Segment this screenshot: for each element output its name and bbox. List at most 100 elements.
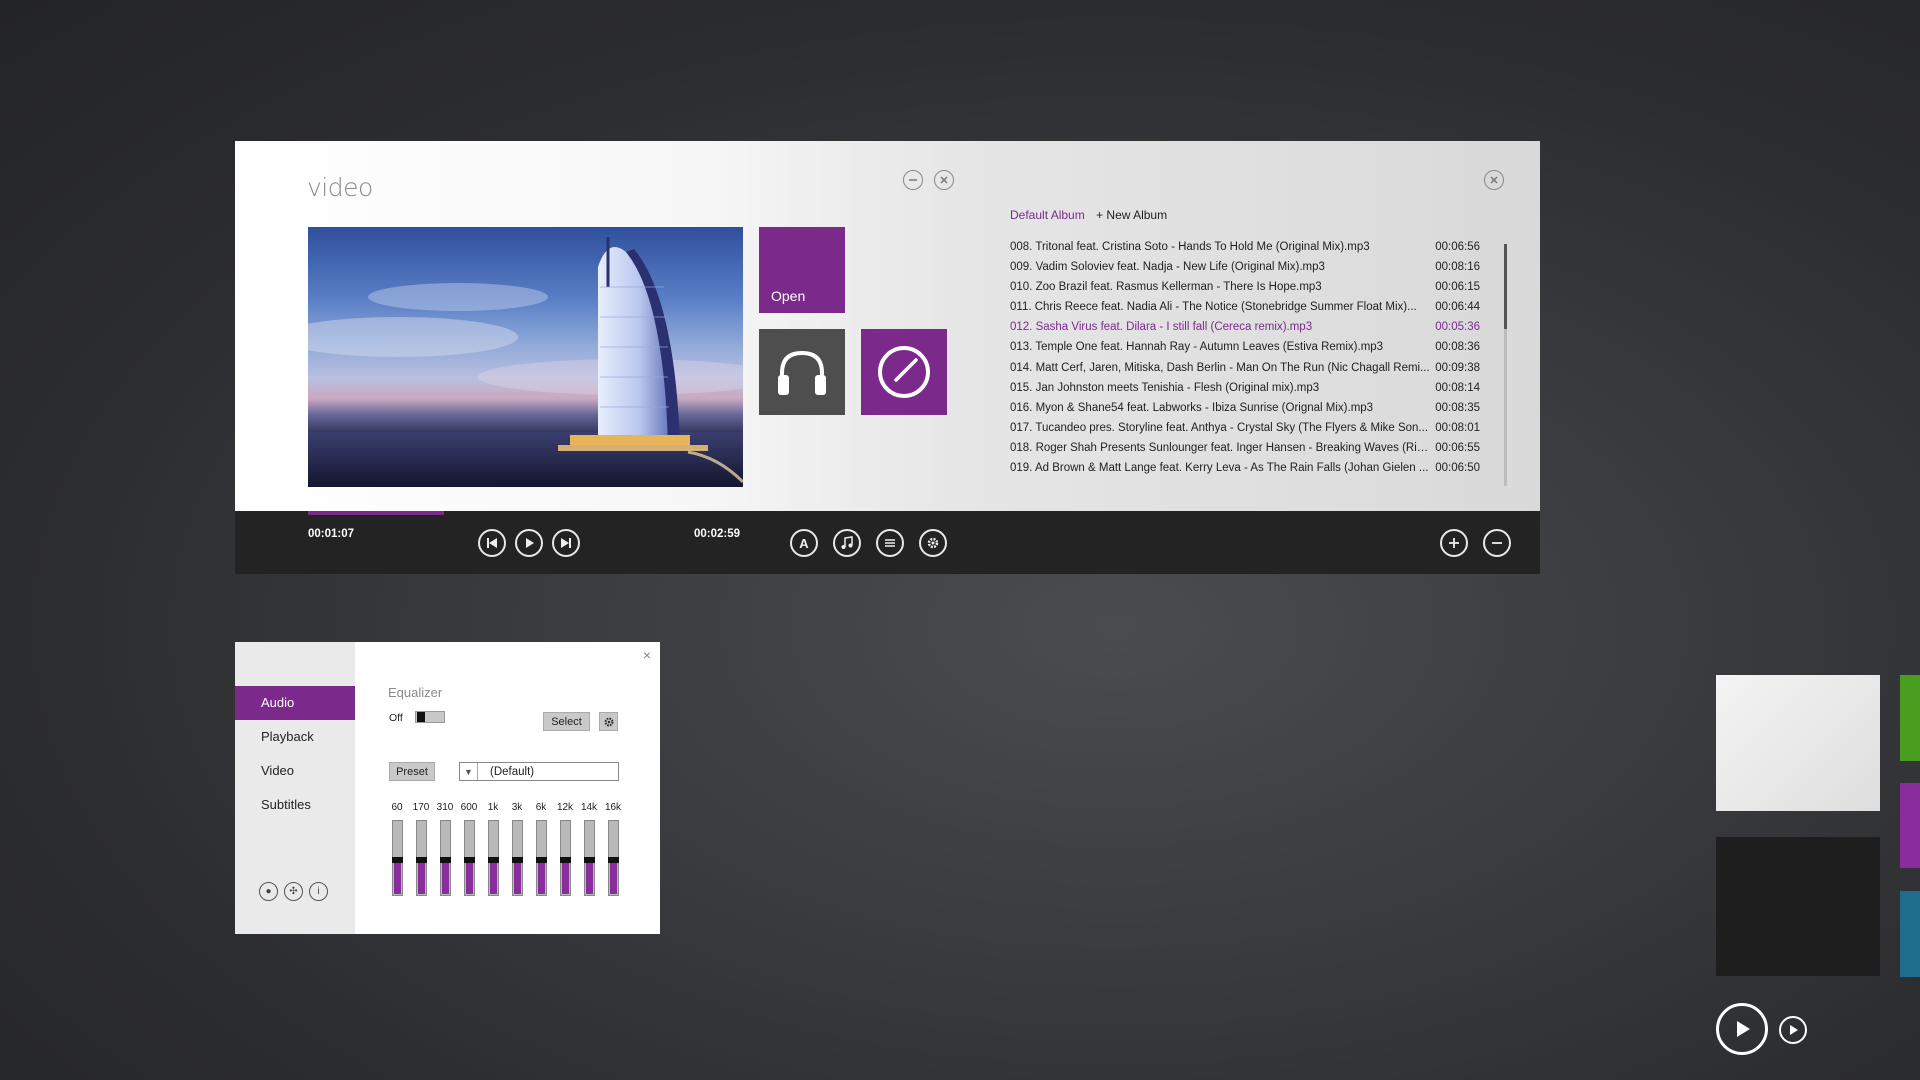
eq-slider[interactable] — [607, 820, 619, 896]
playlist-row[interactable]: 015. Jan Johnston meets Tenishia - Flesh… — [1010, 382, 1490, 402]
eq-band-label: 1k — [487, 802, 499, 813]
next-button[interactable] — [552, 529, 580, 557]
audio-track-button[interactable]: A — [790, 529, 818, 557]
accent-strip-teal[interactable] — [1900, 891, 1920, 977]
track-title: 018. Roger Shah Presents Sunlounger feat… — [1010, 441, 1432, 454]
eq-slider-fill — [489, 863, 497, 894]
preset-button[interactable]: Preset — [389, 762, 435, 781]
clock-tile[interactable] — [861, 329, 947, 415]
music-note-icon — [841, 536, 853, 549]
toggle-knob — [417, 712, 425, 722]
minimize-button[interactable] — [903, 170, 923, 190]
eq-slider-knob[interactable] — [583, 857, 595, 863]
eq-slider[interactable] — [391, 820, 403, 896]
close-playlist-button[interactable] — [1484, 170, 1504, 190]
playlist-row[interactable]: 012. Sasha Virus feat. Dilara - I still … — [1010, 321, 1490, 341]
eq-slider-knob[interactable] — [439, 857, 451, 863]
eq-slider[interactable] — [439, 820, 451, 896]
eq-slider-knob[interactable] — [607, 857, 619, 863]
eq-band: 1k — [481, 802, 505, 896]
zoom-in-button[interactable] — [1440, 529, 1468, 557]
open-tile[interactable]: Open — [759, 227, 845, 313]
playlist-row[interactable]: 016. Myon & Shane54 feat. Labworks - Ibi… — [1010, 402, 1490, 422]
control-bar: 00:01:07 00:02:59 A — [235, 511, 1540, 574]
playlist-row[interactable]: 013. Temple One feat. Hannah Ray - Autum… — [1010, 341, 1490, 361]
playlist-row[interactable]: 014. Matt Cerf, Jaren, Mitiska, Dash Ber… — [1010, 362, 1490, 382]
playlist-row[interactable]: 008. Tritonal feat. Cristina Soto - Hand… — [1010, 241, 1490, 261]
close-video-button[interactable] — [934, 170, 954, 190]
track-duration: 00:08:14 — [1435, 381, 1480, 394]
eq-slider[interactable] — [415, 820, 427, 896]
eq-slider-knob[interactable] — [463, 857, 475, 863]
select-button[interactable]: Select — [543, 712, 590, 731]
preset-dropdown[interactable]: ▼ (Default) — [459, 762, 619, 781]
play-icon — [526, 538, 534, 548]
zoom-out-button[interactable] — [1483, 529, 1511, 557]
playlist-button[interactable] — [876, 529, 904, 557]
playlist-row[interactable]: 010. Zoo Brazil feat. Rasmus Kellerman -… — [1010, 281, 1490, 301]
close-icon — [1490, 176, 1498, 184]
track-duration: 00:08:01 — [1435, 421, 1480, 434]
play-icon — [1737, 1021, 1750, 1037]
accent-strip-green[interactable] — [1900, 675, 1920, 761]
chevron-down-icon: ▼ — [460, 763, 478, 780]
playlist-row[interactable]: 017. Tucandeo pres. Storyline feat. Anth… — [1010, 422, 1490, 442]
tab-playback[interactable]: Playback — [235, 720, 355, 754]
tab-video[interactable]: Video — [235, 754, 355, 788]
default-album-tab[interactable]: Default Album — [1010, 208, 1085, 222]
equalizer-toggle[interactable] — [415, 711, 445, 723]
eq-band: 600 — [457, 802, 481, 896]
progress-bar[interactable] — [308, 511, 1458, 515]
track-duration: 00:06:44 — [1435, 301, 1480, 314]
eq-slider-knob[interactable] — [535, 857, 547, 863]
equalizer-settings-button[interactable] — [599, 712, 618, 731]
eq-band: 170 — [409, 802, 433, 896]
audio-tile[interactable] — [759, 329, 845, 415]
accent-strip-purple[interactable] — [1900, 783, 1920, 868]
playlist-row[interactable]: 018. Roger Shah Presents Sunlounger feat… — [1010, 442, 1490, 462]
new-album-button[interactable]: + New Album — [1096, 208, 1167, 222]
eq-slider-knob[interactable] — [511, 857, 523, 863]
previous-button[interactable] — [478, 529, 506, 557]
playlist-row[interactable]: 009. Vadim Soloviev feat. Nadja - New Li… — [1010, 261, 1490, 281]
large-play-button[interactable] — [1716, 1003, 1768, 1055]
eq-slider[interactable] — [583, 820, 595, 896]
skip-next-icon — [561, 538, 571, 548]
eq-slider[interactable] — [463, 820, 475, 896]
settings-close-icon[interactable]: × — [643, 647, 651, 663]
eq-slider-fill — [393, 863, 401, 894]
eq-slider[interactable] — [487, 820, 499, 896]
track-duration: 00:05:36 — [1435, 321, 1480, 334]
tab-subtitles[interactable]: Subtitles — [235, 788, 355, 822]
eq-slider-knob[interactable] — [487, 857, 499, 863]
small-play-button[interactable] — [1779, 1016, 1807, 1044]
eq-slider[interactable] — [511, 820, 523, 896]
playlist-scrollbar[interactable] — [1504, 244, 1507, 486]
settings-button[interactable] — [919, 529, 947, 557]
track-duration: 00:08:16 — [1435, 261, 1480, 274]
preview-tile-light[interactable] — [1716, 675, 1880, 811]
video-display[interactable] — [308, 227, 743, 487]
eq-slider[interactable] — [559, 820, 571, 896]
track-title: 009. Vadim Soloviev feat. Nadja - New Li… — [1010, 261, 1325, 274]
tab-audio[interactable]: Audio — [235, 686, 355, 720]
camera-icon[interactable]: ● — [259, 882, 278, 901]
eq-slider-knob[interactable] — [391, 857, 403, 863]
network-icon[interactable]: ✣ — [284, 882, 303, 901]
play-button[interactable] — [515, 529, 543, 557]
eq-slider-knob[interactable] — [559, 857, 571, 863]
info-icon[interactable]: i — [309, 882, 328, 901]
eq-slider-knob[interactable] — [415, 857, 427, 863]
player-title: video — [307, 173, 373, 202]
playlist-row[interactable]: 011. Chris Reece feat. Nadia Ali - The N… — [1010, 301, 1490, 321]
track-duration: 00:06:55 — [1435, 441, 1480, 454]
eq-slider[interactable] — [535, 820, 547, 896]
music-button[interactable] — [833, 529, 861, 557]
track-duration: 00:06:50 — [1435, 462, 1480, 475]
playlist-row[interactable]: 019. Ad Brown & Matt Lange feat. Kerry L… — [1010, 462, 1490, 482]
scrollbar-thumb[interactable] — [1504, 244, 1507, 329]
preview-tile-dark[interactable] — [1716, 837, 1880, 976]
eq-slider-fill — [441, 863, 449, 894]
close-icon — [940, 176, 948, 184]
track-duration: 00:08:36 — [1435, 341, 1480, 354]
